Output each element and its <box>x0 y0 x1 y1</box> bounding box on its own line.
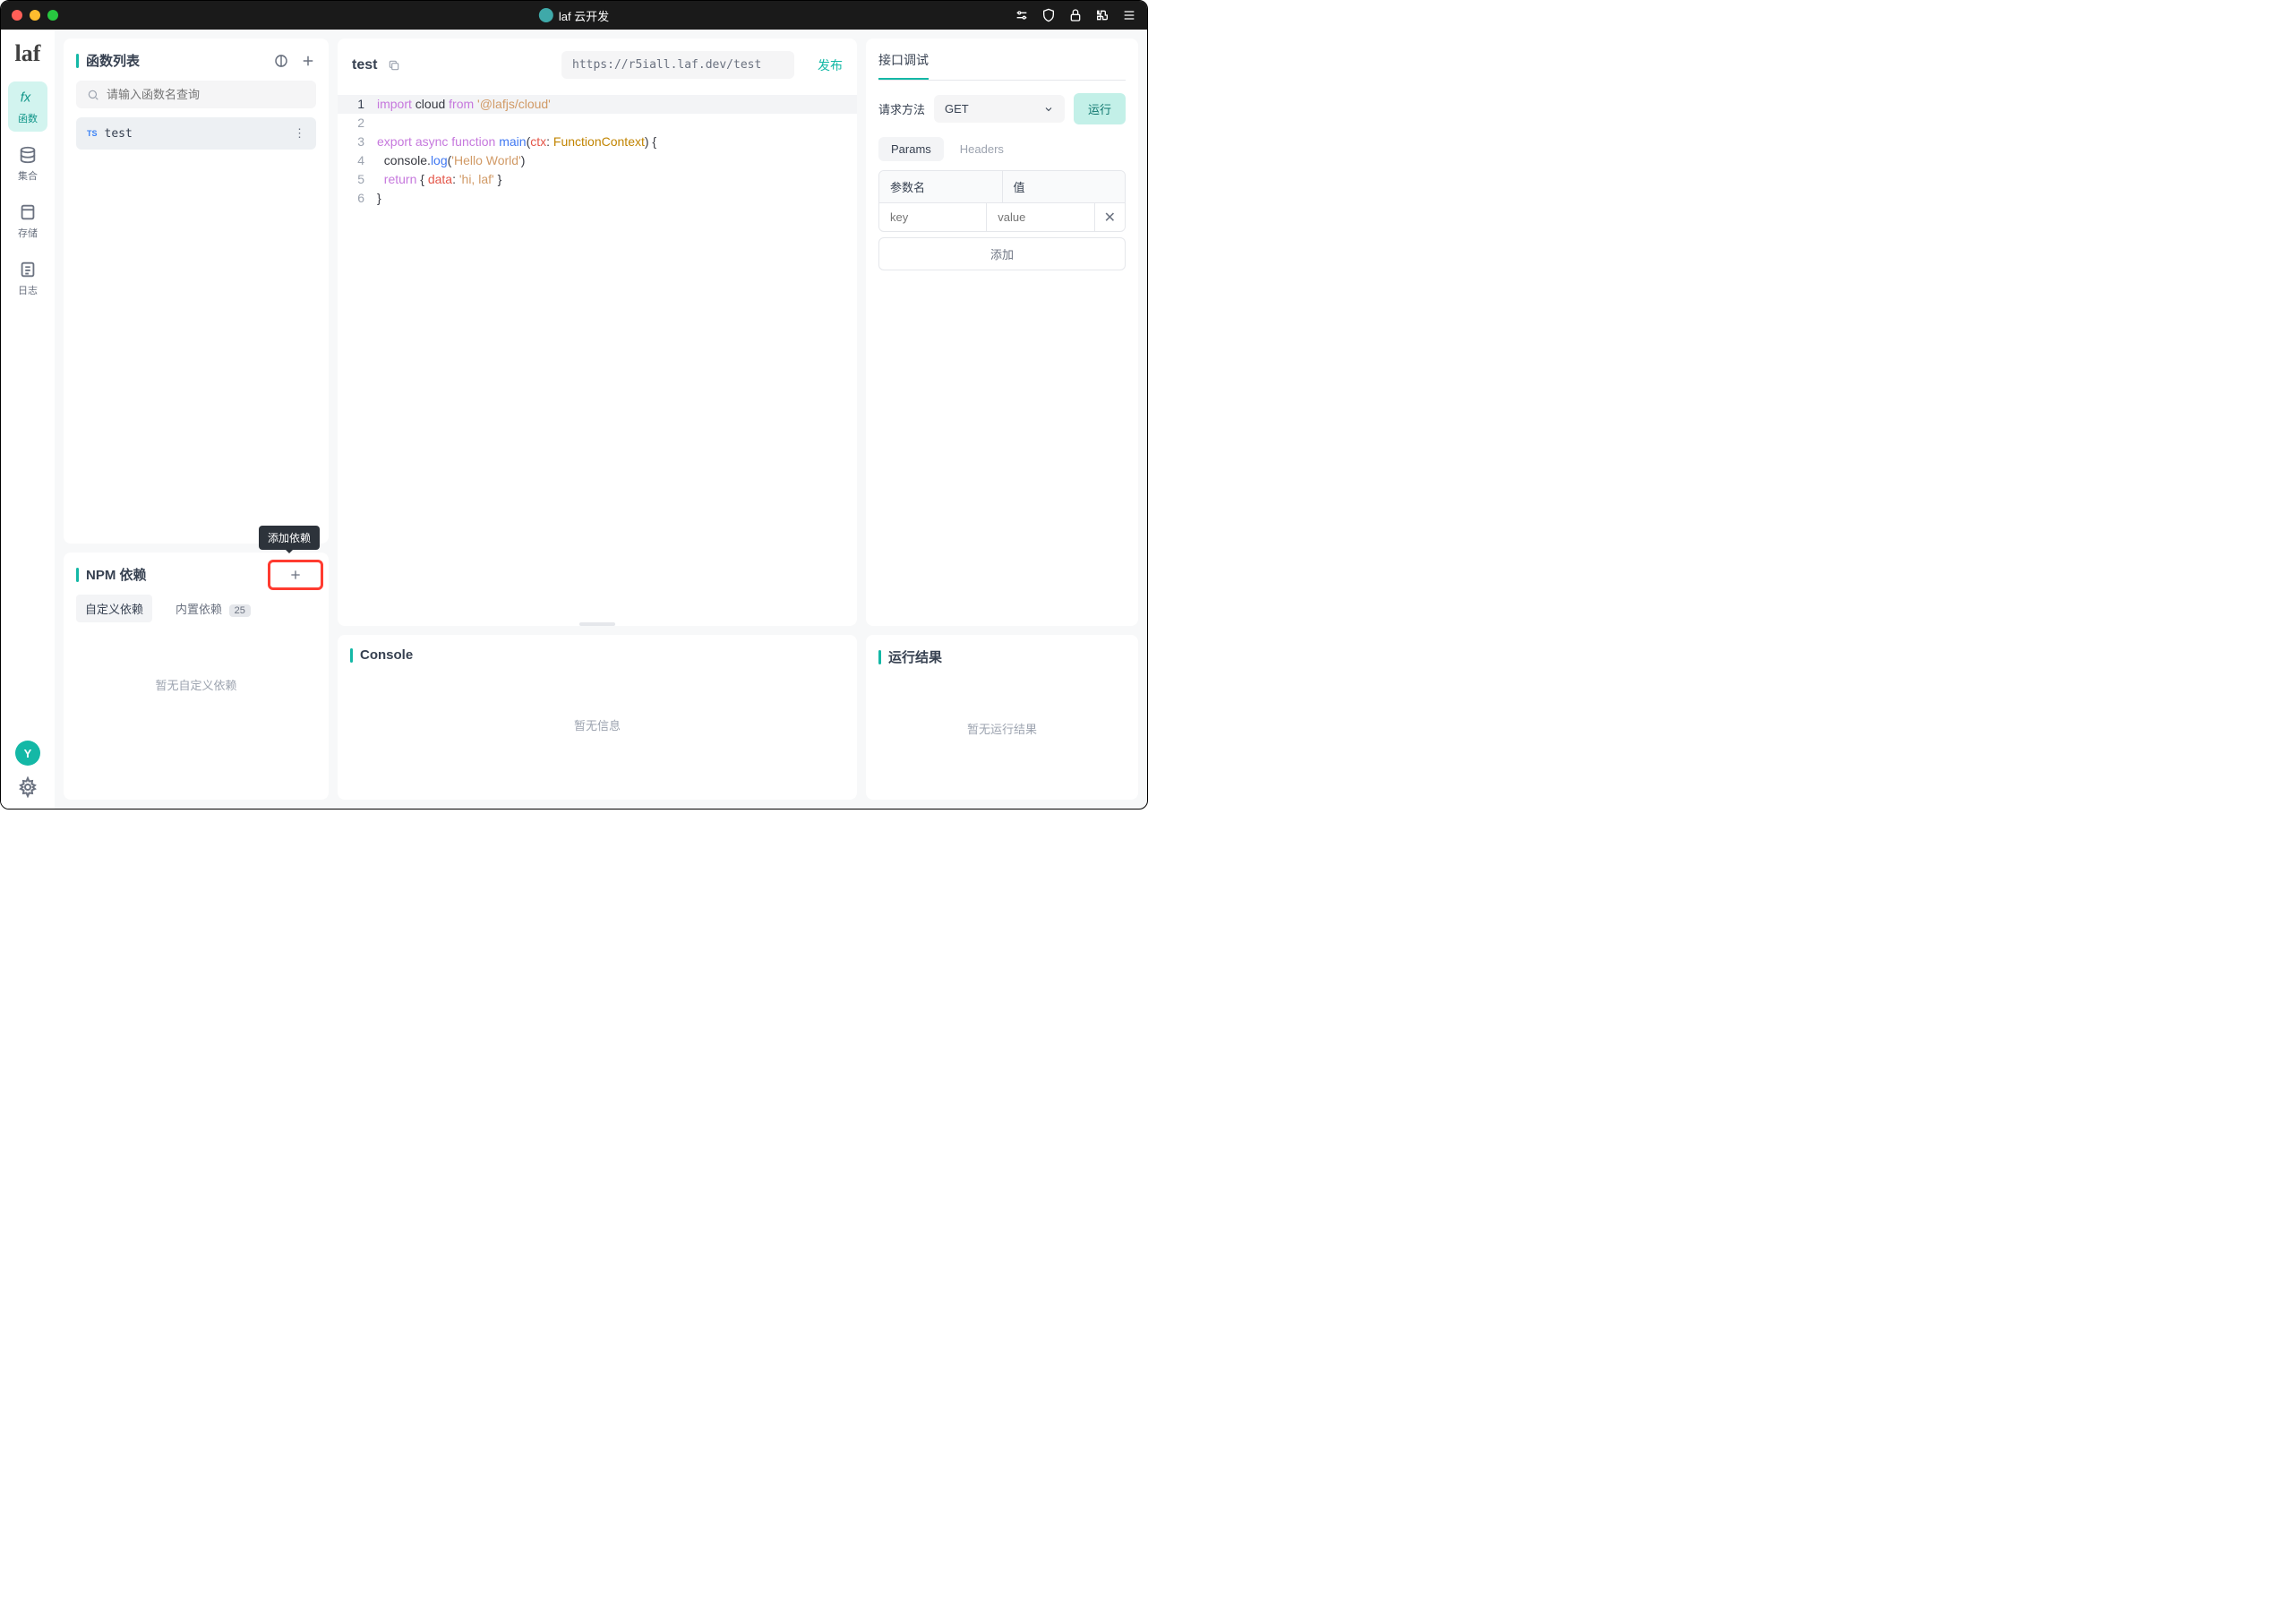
panel-accent <box>350 648 353 663</box>
nav-storage[interactable]: 存储 <box>8 196 47 246</box>
close-window[interactable] <box>12 10 22 21</box>
debug-panel: 接口调试 请求方法 GET 运行 Params Headers <box>866 39 1138 626</box>
shield-icon[interactable] <box>1041 8 1056 22</box>
tab-builtin-deps[interactable]: 内置依赖 25 <box>167 595 260 622</box>
nav-collections[interactable]: 集合 <box>8 139 47 189</box>
maximize-window[interactable] <box>47 10 58 21</box>
menu-icon[interactable] <box>1122 8 1136 22</box>
app-icon <box>539 8 553 22</box>
tab-params[interactable]: Params <box>878 137 944 161</box>
functions-title: 函数列表 <box>86 51 266 70</box>
logs-icon <box>18 260 38 279</box>
method-label: 请求方法 <box>878 100 925 117</box>
tab-headers[interactable]: Headers <box>947 137 1016 161</box>
extension-icon[interactable] <box>1095 8 1109 22</box>
user-avatar[interactable]: Y <box>15 741 40 766</box>
add-dep-tooltip: 添加依赖 <box>259 526 320 550</box>
functions-panel: 函数列表 TS test ⋮ <box>64 39 329 544</box>
fx-icon: fx <box>18 88 38 107</box>
editor-filename: test <box>352 57 377 73</box>
svg-text:fx: fx <box>21 91 31 106</box>
publish-button[interactable]: 发布 <box>818 56 843 74</box>
logo[interactable]: laf <box>15 40 41 67</box>
nav-functions[interactable]: fx 函数 <box>8 81 47 132</box>
param-table: 参数名 值 ✕ <box>878 170 1126 232</box>
lock-icon[interactable] <box>1068 8 1083 22</box>
copy-icon[interactable] <box>388 59 400 72</box>
panel-accent <box>76 54 79 68</box>
param-name-header: 参数名 <box>879 171 1003 202</box>
console-title: Console <box>360 647 844 663</box>
add-function-icon[interactable] <box>300 53 316 69</box>
nav-rail: laf fx 函数 集合 存储 日志 Y <box>1 30 55 809</box>
param-key-input[interactable] <box>890 210 975 224</box>
function-url[interactable]: https://r5iall.laf.dev/test <box>561 51 794 79</box>
deps-empty-text: 暂无自定义依赖 <box>76 676 316 693</box>
console-panel: Console 暂无信息 <box>338 635 857 800</box>
window-title: laf 云开发 <box>559 7 609 24</box>
builtin-count-badge: 25 <box>229 604 251 617</box>
npm-panel: 添加依赖 NPM 依赖 自定义依赖 内置依赖 25 <box>64 553 329 800</box>
debug-tab[interactable]: 接口调试 <box>878 51 929 80</box>
method-select[interactable]: GET <box>934 95 1065 123</box>
settings-icon[interactable] <box>17 776 39 798</box>
nav-logs[interactable]: 日志 <box>8 253 47 304</box>
toggle-icon[interactable] <box>1015 8 1029 22</box>
editor-panel: test https://r5iall.laf.dev/test 发布 1imp… <box>338 39 857 626</box>
minimize-window[interactable] <box>30 10 40 21</box>
drag-handle[interactable] <box>579 622 615 626</box>
plus-icon <box>288 568 303 582</box>
function-item-test[interactable]: TS test ⋮ <box>76 117 316 150</box>
search-input[interactable] <box>107 88 305 101</box>
remove-param-icon[interactable]: ✕ <box>1095 209 1125 227</box>
result-empty: 暂无运行结果 <box>878 720 1126 737</box>
function-name: test <box>105 127 287 141</box>
param-value-input[interactable] <box>998 210 1083 224</box>
function-search[interactable] <box>76 81 316 108</box>
database-icon <box>18 145 38 165</box>
param-value-header: 值 <box>1003 171 1126 202</box>
code-editor[interactable]: 1import cloud from '@lafjs/cloud' 2 3exp… <box>338 91 857 622</box>
storage-icon <box>18 202 38 222</box>
search-icon <box>87 89 99 101</box>
add-dependency-button[interactable] <box>268 560 323 590</box>
refresh-icon[interactable] <box>273 53 289 69</box>
panel-accent <box>878 650 881 664</box>
console-empty: 暂无信息 <box>350 716 844 733</box>
function-menu-icon[interactable]: ⋮ <box>294 126 305 141</box>
run-button[interactable]: 运行 <box>1074 93 1126 124</box>
ts-badge: TS <box>87 129 98 138</box>
chevron-down-icon <box>1043 104 1054 115</box>
panel-accent <box>76 568 79 582</box>
add-param-button[interactable]: 添加 <box>878 237 1126 270</box>
titlebar: laf 云开发 <box>1 1 1147 30</box>
tab-custom-deps[interactable]: 自定义依赖 <box>76 595 152 622</box>
result-panel: 运行结果 暂无运行结果 <box>866 635 1138 800</box>
result-title: 运行结果 <box>888 647 1126 666</box>
